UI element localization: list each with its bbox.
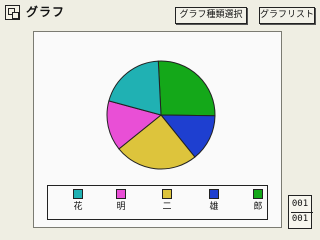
pie-slice-5: [157, 60, 216, 117]
legend-swatch: [253, 189, 263, 199]
legend-swatch: [162, 189, 172, 199]
graph-list-button[interactable]: グラフリスト: [259, 7, 315, 24]
window-icon[interactable]: [5, 5, 20, 20]
pie-chart: [106, 60, 216, 170]
legend-label: 明: [116, 202, 126, 212]
chart-panel: 花 明 二 雄 郎: [33, 31, 282, 228]
legend-swatch: [73, 189, 83, 199]
legend-item: 明: [107, 189, 137, 217]
page-counter: 001 001: [288, 195, 313, 229]
legend-label: 花: [73, 202, 83, 212]
window-title: グラフ: [26, 5, 66, 19]
legend-item: 花: [64, 189, 94, 217]
page-current: 001: [291, 199, 309, 209]
counter-divider: [291, 212, 313, 213]
legend-label: 雄: [209, 202, 219, 212]
legend-item: 二: [153, 189, 183, 217]
legend-label: 郎: [253, 202, 263, 212]
legend-label: 二: [162, 202, 172, 212]
legend-item: 郎: [244, 189, 274, 217]
chart-legend: 花 明 二 雄 郎: [47, 185, 268, 220]
legend-item: 雄: [200, 189, 230, 217]
legend-swatch: [116, 189, 126, 199]
graph-type-select-button[interactable]: グラフ種類選択: [175, 7, 247, 24]
title-bar: グラフ グラフ種類選択 グラフリスト: [3, 2, 317, 24]
legend-swatch: [209, 189, 219, 199]
page-total: 001: [291, 214, 309, 224]
